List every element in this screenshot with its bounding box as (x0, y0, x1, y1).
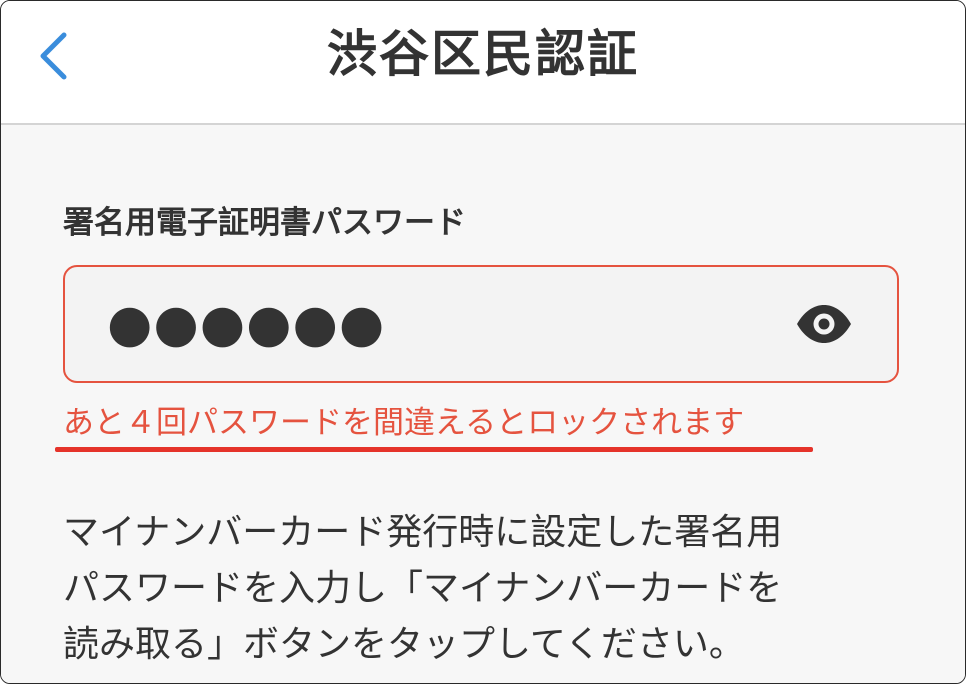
password-masked-value: ●●●●●● (107, 294, 386, 354)
password-error-message: あと４回パスワードを間違えるとロックされます (63, 405, 745, 441)
password-field-label: 署名用電子証明書パスワード (63, 205, 466, 241)
instruction-line: 読み取る」ボタンをタップしてください。 (63, 624, 745, 665)
main-content: 署名用電子証明書パスワード ●●●●●● あと４回パスワードを間違えるとロックさ… (1, 125, 965, 683)
eye-icon (797, 305, 851, 343)
error-highlight-underline (55, 447, 813, 452)
instruction-line: パスワードを入力し「マイナンバーカードを (63, 568, 783, 609)
instruction-line: マイナンバーカード発行時に設定した署名用 (63, 512, 783, 553)
password-input[interactable]: ●●●●●● (63, 265, 899, 383)
navigation-bar: 渋谷区民認証 (1, 1, 965, 125)
page-title: 渋谷区民認証 (327, 25, 639, 83)
app-window: 渋谷区民認証 署名用電子証明書パスワード ●●●●●● あと４回パスワードを間違… (0, 0, 966, 684)
instruction-text: マイナンバーカード発行時に設定した署名用 パスワードを入力し「マイナンバーカード… (63, 505, 923, 673)
toggle-password-visibility-button[interactable] (795, 299, 853, 349)
